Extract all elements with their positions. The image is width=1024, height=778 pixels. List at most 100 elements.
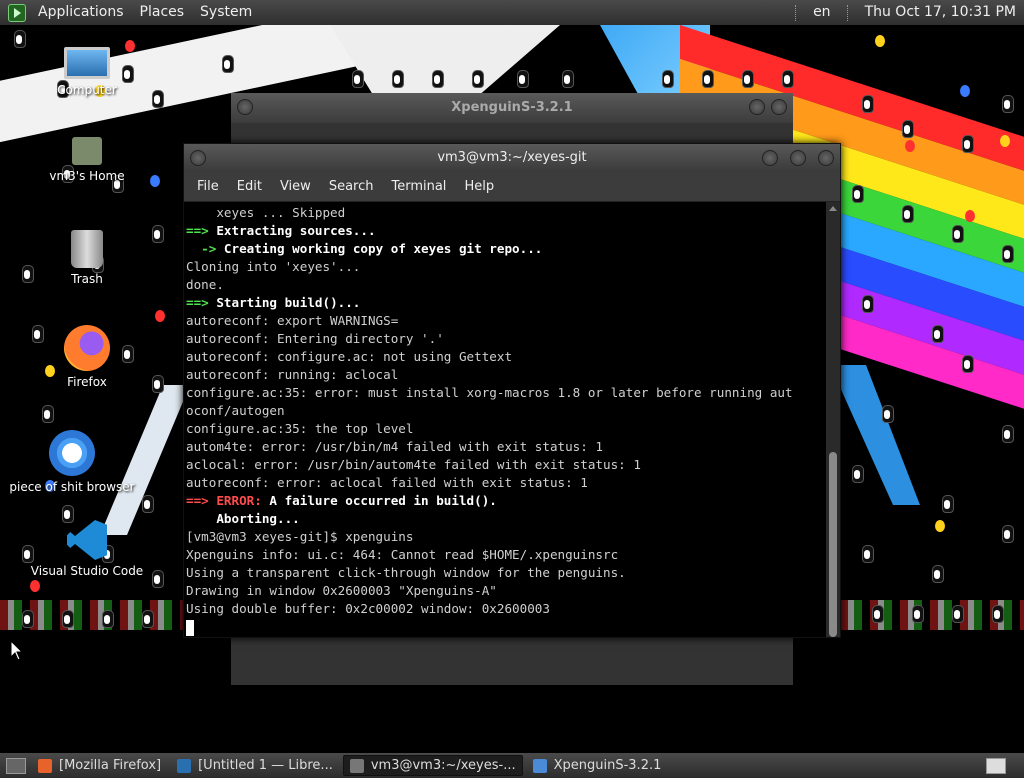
text-cursor: [186, 619, 194, 636]
desktop-icon-trash[interactable]: Trash: [22, 230, 152, 286]
terminal-text: Using a transparent click-through window…: [186, 565, 626, 580]
applications-logo-icon[interactable]: [8, 3, 26, 22]
minimize-button[interactable]: [749, 99, 765, 115]
desktop-icon-chrome[interactable]: piece of shit browser: [7, 430, 137, 494]
terminal-text: [vm3@vm3 xeyes-git]$ xpenguins: [186, 529, 414, 544]
desktop-icon-vscode[interactable]: Visual Studio Code: [22, 520, 152, 578]
terminal-text: Cloning into 'xeyes'...: [186, 259, 361, 274]
terminal-text: configure.ac:35: the top level: [186, 421, 414, 436]
desktop-icon-computer[interactable]: Computer: [22, 47, 152, 97]
penguin-sprite: [860, 545, 874, 563]
balloon-sprite: [1000, 135, 1010, 147]
terminal-line: autom4te: error: /usr/bin/m4 failed with…: [186, 438, 826, 456]
terminal-line: Using double buffer: 0x2c00002 window: 0…: [186, 600, 826, 618]
xpenguins-title: XpenguinS-3.2.1: [451, 100, 573, 115]
terminal-text: autoreconf: Entering directory '.': [186, 331, 444, 346]
terminal-line: Cloning into 'xeyes'...: [186, 258, 826, 276]
penguin-sprite: [430, 70, 444, 88]
menu-help[interactable]: Help: [455, 179, 503, 194]
menu-places[interactable]: Places: [132, 0, 193, 25]
penguin-sprite: [20, 610, 34, 628]
menu-view[interactable]: View: [271, 179, 320, 194]
penguin-sprite: [700, 70, 714, 88]
trash-icon: [71, 230, 103, 268]
keyboard-layout-indicator[interactable]: en: [805, 0, 839, 25]
balloon-sprite: [905, 140, 915, 152]
close-button[interactable]: [771, 99, 787, 115]
menu-system[interactable]: System: [192, 0, 260, 25]
terminal-text: autom4te: error: /usr/bin/m4 failed with…: [186, 439, 604, 454]
penguin-sprite: [150, 570, 164, 588]
terminal-text: done.: [186, 277, 224, 292]
terminal-line: configure.ac:35: the top level: [186, 420, 826, 438]
penguin-sprite: [40, 405, 54, 423]
show-desktop-icon[interactable]: [6, 757, 26, 774]
penguin-sprite: [740, 70, 754, 88]
terminal-window[interactable]: vm3@vm3:~/xeyes-git File Edit View Searc…: [183, 143, 841, 638]
taskbar-button[interactable]: XpenguinS-3.2.1: [527, 755, 668, 776]
terminal-text: ->: [186, 241, 217, 256]
terminal-menubar: File Edit View Search Terminal Help: [184, 172, 840, 202]
terminal-line: ==> Extracting sources...: [186, 222, 826, 240]
penguin-sprite: [850, 185, 864, 203]
menu-search[interactable]: Search: [320, 179, 383, 194]
workspace-switcher[interactable]: [986, 757, 1006, 774]
scroll-down-icon[interactable]: [829, 628, 837, 633]
menu-edit[interactable]: Edit: [228, 179, 271, 194]
taskbar-button[interactable]: vm3@vm3:~/xeyes-...: [342, 755, 523, 776]
menu-file[interactable]: File: [188, 179, 228, 194]
balloon-sprite: [965, 210, 975, 222]
penguin-sprite: [780, 70, 794, 88]
penguin-sprite: [940, 495, 954, 513]
penguin-sprite: [470, 70, 484, 88]
penguin-sprite: [220, 55, 234, 73]
penguin-sprite: [850, 465, 864, 483]
desktop-icon-home[interactable]: vm3's Home: [22, 137, 152, 183]
taskbar-button[interactable]: [Untitled 1 — Libre...: [171, 755, 339, 776]
balloon-sprite: [935, 520, 945, 532]
terminal-line: -> Creating working copy of xeyes git re…: [186, 240, 826, 258]
terminal-text: Using double buffer: 0x2c00002 window: 0…: [186, 601, 550, 616]
penguin-sprite: [100, 610, 114, 628]
xpenguins-titlebar[interactable]: XpenguinS-3.2.1: [231, 93, 793, 123]
vscode-icon: [67, 520, 107, 560]
terminal-text: Extracting sources...: [208, 223, 376, 238]
taskbar-button-label: XpenguinS-3.2.1: [553, 758, 662, 773]
penguin-sprite: [910, 605, 924, 623]
terminal-line: autoreconf: error: aclocal failed with e…: [186, 474, 826, 492]
terminal-text: Xpenguins info: ui.c: 464: Cannot read $…: [186, 547, 619, 562]
terminal-line: autoreconf: configure.ac: not using Gett…: [186, 348, 826, 366]
desktop-icon-firefox[interactable]: Firefox: [22, 325, 152, 389]
window-menu-button[interactable]: [190, 150, 206, 166]
terminal-line: Aborting...: [186, 510, 826, 528]
chrome-icon: [49, 430, 95, 476]
panel-tray: en Thu Oct 17, 10:31 PM: [787, 0, 1024, 25]
terminal-line: aclocal: error: /usr/bin/autom4te failed…: [186, 456, 826, 474]
penguin-sprite: [950, 605, 964, 623]
maximize-button[interactable]: [790, 150, 806, 166]
terminal-line: Xpenguins info: ui.c: 464: Cannot read $…: [186, 546, 826, 564]
close-button[interactable]: [818, 150, 834, 166]
terminal-line: autoreconf: Entering directory '.': [186, 330, 826, 348]
penguin-sprite: [930, 565, 944, 583]
terminal-line: configure.ac:35: error: must install xor…: [186, 384, 826, 402]
clock[interactable]: Thu Oct 17, 10:31 PM: [857, 0, 1024, 25]
scroll-up-icon[interactable]: [829, 206, 837, 211]
firefox-icon: [38, 758, 52, 773]
terminal-titlebar[interactable]: vm3@vm3:~/xeyes-git: [184, 144, 840, 172]
menu-terminal[interactable]: Terminal: [382, 179, 455, 194]
desktop-icon-label: Visual Studio Code: [30, 564, 144, 578]
terminal-text: autoreconf: running: aclocal: [186, 367, 399, 382]
taskbar-button[interactable]: [Mozilla Firefox]: [32, 755, 167, 776]
minimize-button[interactable]: [762, 150, 778, 166]
terminal-text: aclocal: error: /usr/bin/autom4te failed…: [186, 457, 641, 472]
terminal-output[interactable]: xeyes ... Skipped ==> Extracting sources.…: [184, 202, 826, 637]
window-menu-button[interactable]: [237, 99, 253, 115]
terminal-scrollbar[interactable]: [826, 202, 840, 637]
taskbar-button-label: [Untitled 1 — Libre...: [198, 758, 333, 773]
terminal-text: ==> ERROR:: [186, 493, 262, 508]
scrollbar-thumb[interactable]: [829, 452, 837, 637]
terminal-title: vm3@vm3:~/xeyes-git: [437, 150, 587, 165]
menu-applications[interactable]: Applications: [30, 0, 132, 25]
home-folder-icon: [72, 137, 102, 165]
